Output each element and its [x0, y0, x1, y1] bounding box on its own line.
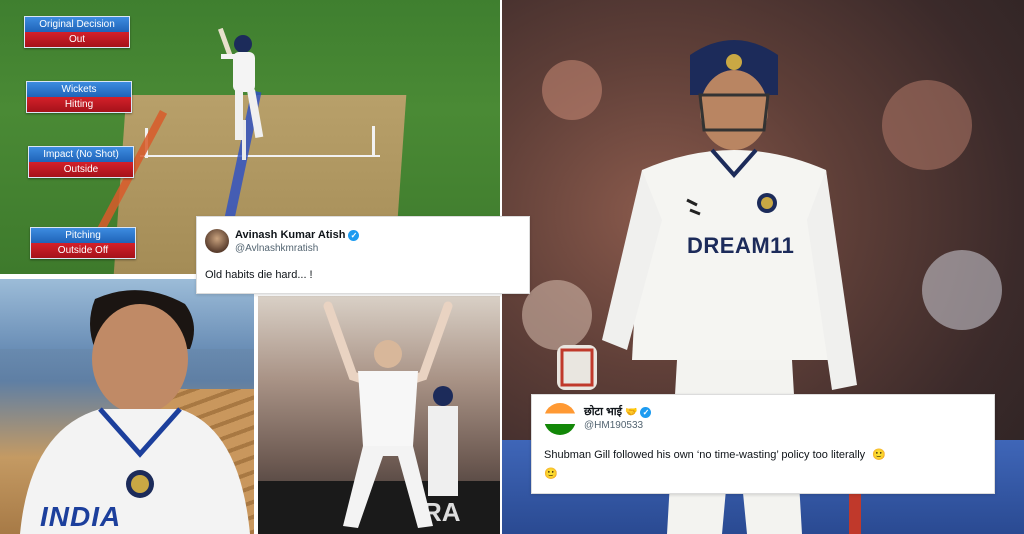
tweet-author-name[interactable]: छोटा भाई 🤝 ✓: [584, 404, 652, 419]
drs-original-decision-value: Out: [25, 32, 129, 47]
drs-pitching-label: Pitching: [31, 228, 135, 243]
celebrating-bowler-figure: RA: [258, 301, 500, 534]
tweet-text: Old habits die hard... !: [205, 269, 313, 281]
tweet-card-2[interactable]: छोटा भाई 🤝 ✓ @HM190533 Shubman Gill follow…: [531, 394, 995, 494]
tweet-author-handle[interactable]: @HM190533: [584, 420, 643, 431]
tweet-card-1[interactable]: Avinash Kumar Atish ✓ @Avlnashkmratish Ol…: [196, 216, 530, 294]
celebrating-bowler-image: RA: [258, 296, 500, 534]
handshake-icon: 🤝: [625, 407, 638, 418]
drs-original-decision: Original Decision Out: [24, 16, 130, 48]
drs-wickets-value: Hitting: [27, 97, 131, 112]
drs-original-decision-label: Original Decision: [25, 17, 129, 32]
drs-wickets: Wickets Hitting: [26, 81, 132, 113]
tweet-author-name[interactable]: Avinash Kumar Atish ✓: [235, 229, 360, 241]
tweet-text: Shubman Gill followed his own ‘no time-w…: [544, 448, 886, 461]
meme-collage: Original Decision Out Wickets Hitting Im…: [0, 0, 1024, 534]
tweet-author-handle[interactable]: @Avlnashkmratish: [235, 243, 318, 254]
avatar[interactable]: [544, 403, 576, 435]
crease-line-right: [372, 126, 375, 156]
drs-wickets-label: Wickets: [27, 82, 131, 97]
smiling-face-icon: 🙂: [872, 449, 886, 461]
tweet-author-name-text: Avinash Kumar Atish: [235, 229, 346, 241]
avatar[interactable]: [205, 229, 229, 253]
jersey-india-text: INDIA: [40, 501, 122, 532]
drs-impact-label: Impact (No Shot): [29, 147, 133, 162]
smiling-face-icon: 🙂: [544, 468, 558, 480]
drs-impact: Impact (No Shot) Outside: [28, 146, 134, 178]
drs-pitching-value: Outside Off: [31, 243, 135, 258]
batter-figure: [217, 28, 264, 140]
tweet-author-name-text: छोटा भाई: [584, 406, 622, 418]
drs-impact-value: Outside: [29, 162, 133, 177]
verified-icon: ✓: [348, 229, 360, 241]
drs-pitching: Pitching Outside Off: [30, 227, 136, 259]
crying-player-figure: [20, 290, 250, 534]
tweet-text-content: Shubman Gill followed his own ‘no time-w…: [544, 449, 866, 461]
verified-icon: ✓: [640, 406, 652, 418]
crying-player-image: INDIA: [0, 279, 254, 534]
jersey-sponsor-text: DREAM11: [687, 233, 795, 258]
